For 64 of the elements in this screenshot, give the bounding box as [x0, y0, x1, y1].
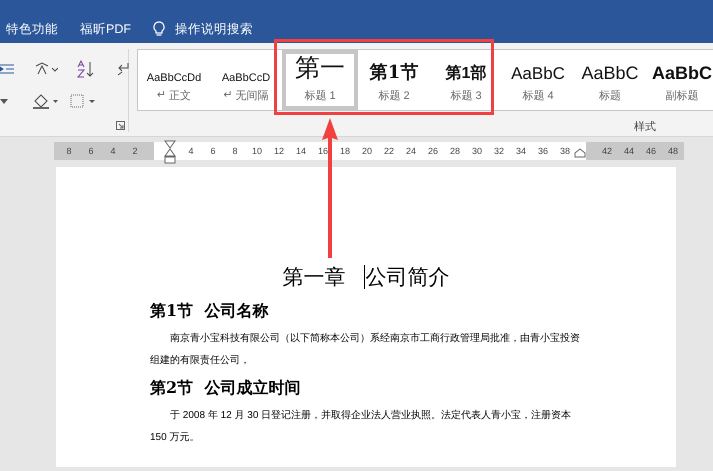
style-item[interactable]: AaBbCcD ↵ 无间隔: [210, 50, 282, 110]
paragraph-mark: ↵: [156, 88, 166, 102]
ruler-number: 24: [404, 146, 417, 156]
style-item[interactable]: 第一 标题 1: [282, 50, 358, 110]
ruler-number: 10: [250, 146, 263, 156]
caret-icon[interactable]: [0, 98, 8, 104]
group-label: 样式: [634, 120, 656, 134]
style-name: 副标题: [666, 88, 698, 102]
ruler-number: 8: [231, 146, 238, 156]
style-name: 标题 3: [450, 88, 482, 102]
ribbon-tab[interactable]: 福昕PDF: [80, 20, 131, 38]
ruler-number: 6: [87, 146, 94, 156]
style-name: 正文: [169, 88, 192, 102]
ruler-number: 30: [470, 146, 483, 156]
ruler-number: 4: [109, 146, 116, 156]
ruler-number: 8: [65, 146, 72, 156]
ruler-number: 44: [622, 146, 635, 156]
sort-icon[interactable]: [76, 60, 94, 78]
search-tab[interactable]: 操作说明搜索: [175, 20, 253, 38]
indent-marker[interactable]: [574, 148, 586, 158]
ruler-number: 28: [448, 146, 461, 156]
ruler-number: 12: [272, 146, 285, 156]
section-heading: 第2节 公司成立时间: [150, 378, 302, 399]
ruler-number: 14: [294, 146, 307, 156]
ruler-number: 22: [382, 146, 395, 156]
ruler-number: 20: [360, 146, 373, 156]
style-item[interactable]: AaBbCcDd ↵ 正文: [138, 50, 210, 110]
style-name: 标题 4: [522, 88, 554, 102]
style-item[interactable]: AaBbC 标题 4: [502, 50, 574, 110]
style-name: 标题 2: [378, 88, 410, 102]
style-item[interactable]: 第1部 标题 3: [430, 50, 502, 110]
chapter-number: 第一章: [282, 264, 346, 291]
ruler-number: 38: [558, 146, 571, 156]
borders-icon[interactable]: [70, 94, 96, 108]
ruler-number: 46: [644, 146, 657, 156]
ruler-number: 6: [209, 146, 216, 156]
ruler-number: 42: [600, 146, 613, 156]
show-marks-icon[interactable]: [116, 62, 130, 76]
ruler-number: 32: [492, 146, 505, 156]
paragraph: 于 2008 年 12 月 30 日登记注册，并取得企业法人营业执照。法定代表人青小宝，注册资本 150 万元。: [150, 408, 572, 445]
ruler-number: 18: [338, 146, 351, 156]
paragraph-mark: ↵: [223, 88, 233, 102]
dialog-launcher-icon[interactable]: [116, 121, 125, 130]
ruler-number: 2: [131, 146, 138, 156]
style-item[interactable]: AaBbC 副标题: [646, 50, 713, 110]
style-name: 标题: [599, 88, 621, 102]
lightbulb-icon: [153, 21, 165, 37]
section-heading: 第1节 公司名称: [150, 301, 270, 322]
chapter-title: 公司简介: [366, 264, 450, 291]
style-item[interactable]: AaBbC 标题: [574, 50, 646, 110]
line-spacing-icon[interactable]: [34, 62, 58, 76]
ruler-number: 26: [426, 146, 439, 156]
ruler-number: 36: [536, 146, 549, 156]
style-name: 无间隔: [236, 88, 269, 102]
paragraph: 南京青小宝科技有限公司（以下简称本公司）系经南京市工商行政管理局批准，由青小宝投资组建的有限责任公司，: [150, 332, 581, 368]
ruler-number: 48: [666, 146, 679, 156]
ruler-number: 16: [316, 146, 329, 156]
ruler-number: 4: [187, 146, 194, 156]
shading-icon[interactable]: [32, 93, 58, 109]
style-name: 标题 1: [304, 88, 336, 102]
style-item[interactable]: 第1节 标题 2: [358, 50, 430, 110]
ribbon-tab[interactable]: 特色功能: [6, 20, 58, 38]
ruler-number: 34: [514, 146, 527, 156]
indent-icon[interactable]: [0, 63, 14, 75]
